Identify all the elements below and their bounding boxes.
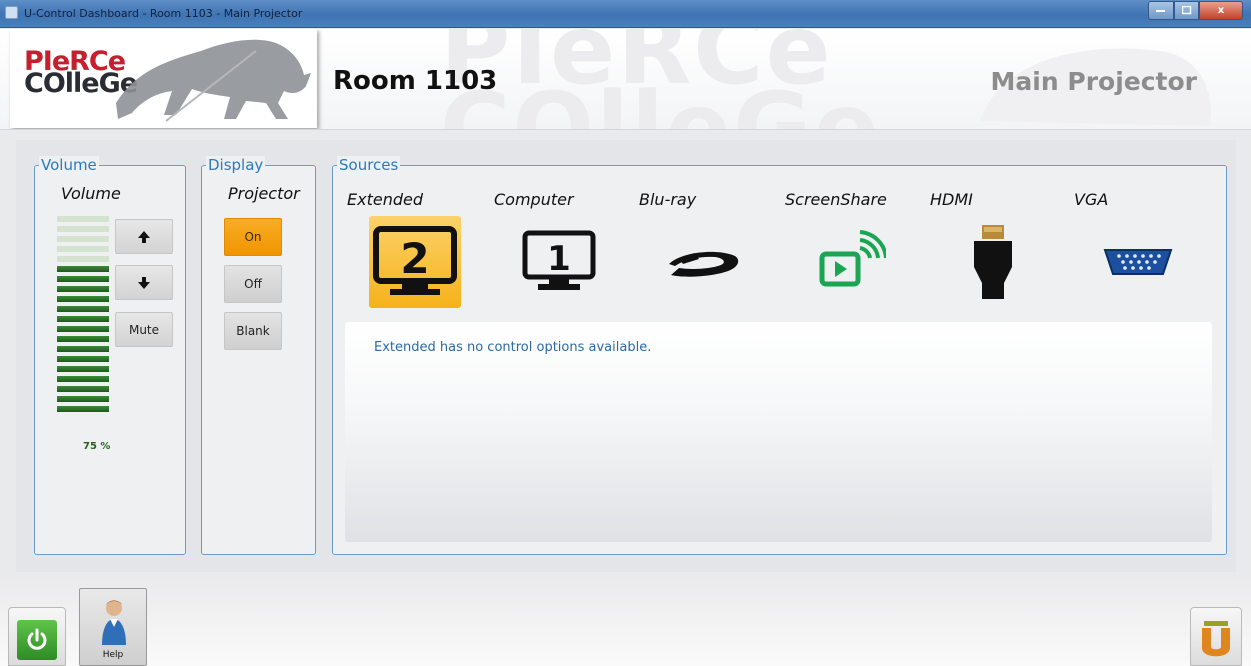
volume-meter-segment [57,316,109,322]
source-label-screenshare: ScreenShare [785,190,887,209]
source-vga-button[interactable] [1092,216,1184,308]
close-icon: x [1217,5,1225,16]
volume-meter-segment [57,396,109,402]
volume-label: Volume [61,184,121,203]
sources-panel: Sources Extended Computer Blu-ray Screen… [332,156,1227,555]
projector-off-button[interactable]: Off [224,265,282,303]
source-label-vga: VGA [1074,190,1109,209]
volume-meter-segment [57,356,109,362]
volume-panel: Volume Volume 75 % Mute [34,156,186,555]
volume-up-button[interactable] [115,219,173,254]
footer-bar [0,575,1251,666]
display-panel: Display Projector On Off Blank [201,156,316,555]
header-banner: PIeRCe COlleGe PIeRCe COlleGe Room 1103 … [0,29,1251,130]
projector-on-button[interactable]: On [224,218,282,256]
vga-icon [1103,249,1173,275]
monitor-2-icon: 2 [373,226,457,295]
power-button[interactable] [8,607,66,666]
bison-icon [116,39,311,122]
arrow-up-icon [138,230,150,243]
device-title: Main Projector [990,67,1197,96]
display-legend: Display [206,156,266,174]
source-info-message: Extended has no control options availabl… [374,340,652,355]
monitor-1-icon: 1 [522,230,596,290]
volume-meter-segment [57,226,109,232]
minimize-icon [1156,9,1165,12]
volume-percent: 75 % [83,441,111,452]
maximize-button[interactable] [1174,1,1199,20]
volume-meter-segment [57,286,109,292]
source-hdmi-button[interactable] [947,216,1039,308]
u-control-icon [1202,621,1230,657]
mute-button[interactable]: Mute [115,312,173,347]
source-label-bluray: Blu-ray [639,190,697,209]
volume-meter-segment [57,326,109,332]
source-computer-button[interactable]: 1 [513,216,605,308]
volume-meter-segment [57,406,109,412]
volume-meter-segment [57,246,109,252]
help-button[interactable]: Help [79,588,147,666]
volume-meter-segment [57,336,109,342]
volume-meter-segment [57,296,109,302]
source-screenshare-button[interactable] [803,216,895,308]
source-bluray-button[interactable] [657,216,749,308]
off-label: Off [244,277,262,291]
blank-label: Blank [236,324,270,338]
volume-meter-segment [57,266,109,272]
help-person-icon [102,600,126,645]
mute-label: Mute [128,322,160,337]
volume-meter-segment [57,276,109,282]
maximize-icon [1181,6,1191,15]
projector-label: Projector [228,184,300,203]
volume-meter-segment [57,256,109,262]
window-controls: x [1148,1,1243,20]
power-icon [27,628,47,650]
room-title: Room 1103 [333,66,498,96]
window-titlebar: U-Control Dashboard - Room 1103 - Main P… [0,0,1251,28]
volume-meter-segment [57,216,109,222]
college-logo: PIeRCe COlleGe [10,29,317,128]
volume-meter-segment [57,386,109,392]
source-extended-button[interactable]: 2 [369,216,461,308]
window-title: U-Control Dashboard - Room 1103 - Main P… [24,7,303,20]
svg-text:2: 2 [400,234,429,283]
volume-meter-segment [57,366,109,372]
on-label: On [244,230,262,244]
close-button[interactable]: x [1199,1,1243,20]
source-label-computer: Computer [494,190,574,209]
help-label: Help [102,650,124,660]
volume-meter-segment [57,236,109,242]
arrow-down-icon [138,276,150,289]
source-label-extended: Extended [347,190,423,209]
volume-meter-segment [57,346,109,352]
sources-legend: Sources [337,156,401,174]
source-info-box: Extended has no control options availabl… [345,322,1212,542]
projector-blank-button[interactable]: Blank [224,312,282,350]
source-label-hdmi: HDMI [930,190,973,209]
hdmi-icon [974,225,1012,299]
screenshare-icon [819,230,886,287]
volume-meter[interactable] [57,216,109,416]
volume-meter-segment [57,306,109,312]
bluray-icon [669,251,739,277]
u-control-button[interactable] [1190,607,1242,666]
volume-down-button[interactable] [115,265,173,300]
volume-legend: Volume [39,156,99,174]
volume-meter-segment [57,376,109,382]
app-icon [5,6,18,19]
svg-text:1: 1 [547,239,571,279]
minimize-button[interactable] [1148,1,1174,20]
